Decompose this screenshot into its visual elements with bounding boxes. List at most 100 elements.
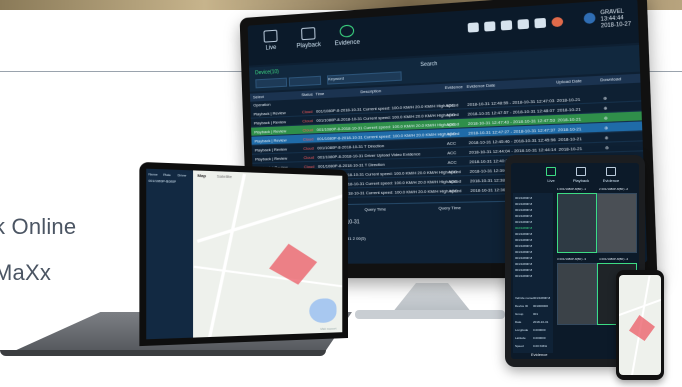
info-value: 001000000 [533, 304, 549, 308]
storage-icon[interactable] [484, 21, 496, 32]
map-tab[interactable]: Map [197, 173, 206, 179]
table-cell-desc: 001/1080P-8-2018-10-31 T Direction [317, 161, 385, 169]
table-cell-status: Cloud [302, 135, 314, 142]
nav-evidence[interactable]: Evidence [329, 24, 365, 48]
info-key: Device ID [515, 304, 529, 308]
tablet-footer[interactable]: Evidence [531, 352, 547, 357]
lap-row-plate: 1080P [166, 179, 177, 184]
avatar [584, 12, 597, 25]
camera-label-1: 1 001/1080P-8(BF) -1 [557, 187, 587, 191]
query-time-label-2: Query Time [438, 204, 461, 211]
table-cell-op: Playback | Review [254, 127, 287, 135]
search-button[interactable]: Search [420, 61, 437, 68]
tree-item[interactable]: 001/1080P-8 [515, 208, 532, 212]
tree-item[interactable]: 001/1080P-8 [515, 196, 532, 200]
tree-item[interactable]: 001/1080P-8 [515, 232, 532, 236]
download-icon[interactable]: ⊕ [604, 115, 608, 121]
info-key: Group [515, 312, 524, 316]
nav-playback[interactable]: Playback [291, 26, 326, 50]
table-cell-desc: 001/1080P-8-2018-10-31 Driver Upload Vid… [317, 150, 421, 160]
info-key: Latitude [515, 336, 526, 340]
download-icon[interactable]: ⊕ [605, 144, 609, 150]
tree-item[interactable]: 001/1080P-8 [515, 268, 532, 272]
download-icon[interactable]: ⊕ [604, 134, 608, 140]
table-cell-ev: ACC [447, 168, 458, 174]
map-water [309, 298, 337, 324]
monitor-icon [546, 167, 556, 176]
list-icon[interactable] [467, 22, 479, 33]
table-cell-ev: ACC [447, 158, 457, 165]
th-select: Select [252, 93, 264, 100]
table-cell-status: Cloud [302, 126, 314, 133]
download-icon[interactable]: ⊕ [603, 95, 607, 101]
keyword-input[interactable]: Keyword [326, 71, 402, 85]
table-cell-ev: ACC [448, 187, 458, 193]
laptop-map[interactable]: Map Satellite Matt support [193, 170, 343, 338]
info-value: 0.000000 [533, 328, 546, 332]
phone-screen[interactable] [619, 275, 661, 375]
download-icon[interactable]: ⊕ [603, 105, 607, 111]
download-icon[interactable] [517, 19, 530, 30]
document-icon[interactable] [500, 20, 513, 31]
info-icon[interactable] [534, 17, 547, 29]
playback-icon [576, 167, 586, 176]
table-cell-date: 2018-10-31 12:47:43 - 2018-10-31 12:47:5… [467, 116, 556, 126]
table-cell-ev: ACC [448, 177, 458, 184]
table-cell-up: 2018-10-21 [558, 135, 582, 142]
download-icon[interactable]: ⊕ [604, 124, 608, 130]
toolbar-icons [467, 16, 564, 33]
evidence-icon [606, 167, 616, 176]
camera-label-4: 4 001/1080P-8(BF) -4 [599, 257, 629, 261]
table-cell-ev: ACC [446, 130, 456, 136]
lap-col-driver: Driver [177, 173, 187, 178]
table-cell-up: 2018-10-21 [557, 115, 582, 123]
geofence-polygon[interactable] [629, 315, 655, 341]
table-cell-up: 2018-10-21 [558, 145, 583, 152]
camera-tile[interactable] [557, 263, 597, 325]
camera-tile[interactable] [597, 193, 637, 253]
tree-item[interactable]: 002/1080P-8 [515, 226, 532, 230]
tablet-nav-live-label: Live [547, 178, 555, 183]
table-cell-ev: ACC [445, 101, 455, 108]
tablet-nav-live[interactable]: Live [539, 167, 563, 183]
info-value: 0.000000 [533, 336, 546, 340]
phone [616, 270, 664, 380]
nav-live[interactable]: Live [254, 29, 288, 52]
lap-row-name[interactable]: 001/1080P-8 [148, 179, 167, 184]
type-select[interactable] [288, 75, 322, 87]
info-key: Date [515, 320, 522, 324]
satellite-tab[interactable]: Satellite [217, 173, 232, 179]
table-cell-up: 2018-10-21 [557, 105, 581, 113]
table-cell-ev: ACC [447, 149, 457, 155]
th-operation: Operation [253, 101, 271, 108]
tree-item[interactable]: 001/1080P-8 [515, 238, 532, 242]
th-evidence: Evidence [444, 83, 463, 91]
info-value: 2018-10-31 [533, 320, 549, 324]
hero-text-line-2: MaXx [0, 260, 52, 285]
tablet-nav-evidence[interactable]: Evidence [599, 167, 623, 183]
table-cell-status: Cloud [303, 144, 314, 151]
nav-playback-label: Playback [296, 42, 322, 50]
info-key: Longitude [515, 328, 529, 332]
device-select[interactable] [255, 77, 288, 89]
tree-item[interactable]: 001/1080P-8 [515, 256, 532, 260]
evidence-icon [339, 24, 355, 38]
tablet-nav-playback[interactable]: Playback [569, 167, 593, 183]
tree-item[interactable]: 001/1080P-8 [515, 250, 532, 254]
geofence-polygon[interactable] [269, 244, 317, 285]
tree-item[interactable]: 001/1080P-8 [515, 274, 532, 278]
table-cell-status: Cloud [302, 117, 313, 124]
camera-tile[interactable] [557, 193, 597, 253]
table-cell-op: Playback | Review [254, 145, 287, 153]
th-evidence-date: Evidence Date [466, 82, 496, 89]
th-time: Time [315, 90, 325, 97]
info-value: 0.00 KM/H [533, 344, 548, 348]
tree-item[interactable]: 001/1080P-8 [515, 244, 532, 248]
info-key: Speed [515, 344, 524, 348]
alarm-bell-icon[interactable] [551, 16, 564, 28]
tree-item[interactable]: 001/1080P-8 [515, 214, 532, 218]
tree-item[interactable]: 001/1080P-8 [515, 262, 532, 266]
tree-item[interactable]: 001/1080P-8 [515, 220, 532, 224]
tree-item[interactable]: 001/1080P-8 [515, 202, 532, 206]
user-box[interactable]: GRAVEL 13:44:44 2018-10-27 [584, 8, 631, 30]
